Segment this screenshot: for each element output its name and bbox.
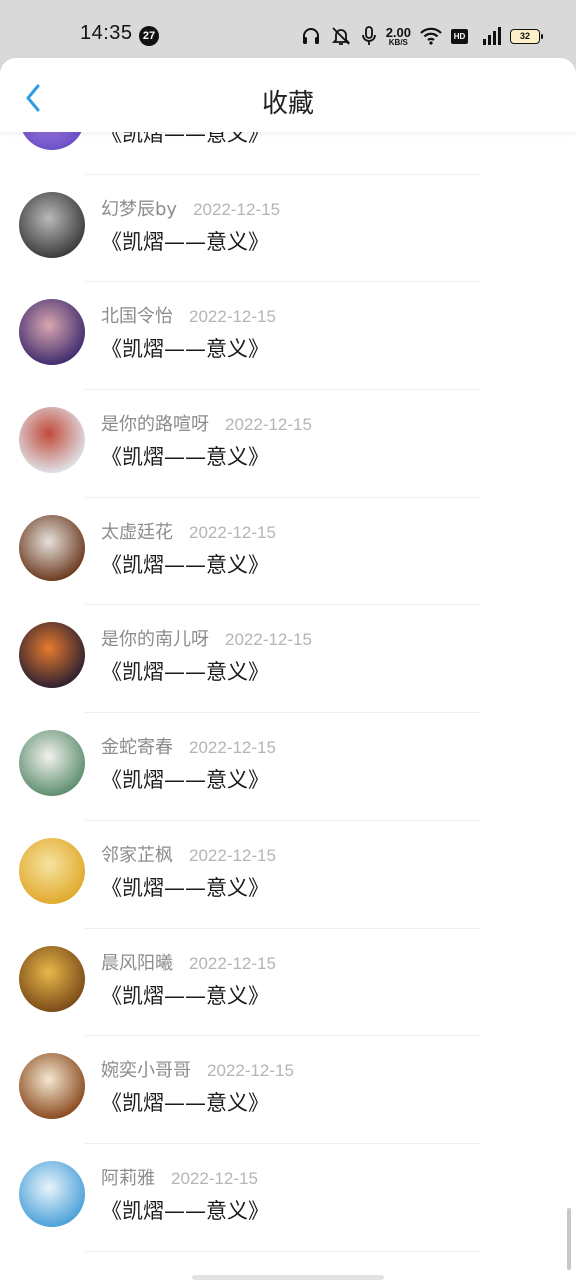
- list-item[interactable]: 是你的南儿呀 2022-12-15 《凯熠——意义》: [0, 605, 576, 714]
- avatar[interactable]: [19, 514, 85, 581]
- item-date: 2022-12-15: [193, 199, 281, 219]
- item-title[interactable]: 《凯熠——意义》: [101, 1195, 269, 1225]
- item-meta: 太虚廷花 2022-12-15: [101, 518, 276, 544]
- item-date: 2022-12-15: [189, 845, 276, 865]
- home-indicator[interactable]: [192, 1275, 384, 1280]
- avatar[interactable]: [19, 299, 85, 366]
- item-meta: 幻梦辰by 2022-12-15: [101, 195, 280, 221]
- user-name[interactable]: 幻梦辰by: [101, 195, 177, 221]
- status-icons: 2.00 KB/S HD 32: [301, 22, 543, 50]
- item-title[interactable]: 《凯熠——意义》: [101, 226, 269, 256]
- nav-bar: 收藏: [0, 58, 576, 132]
- user-name[interactable]: 阿莉雅: [101, 1164, 155, 1190]
- list-item[interactable]: 婉奕小哥哥 2022-12-15 《凯熠——意义》: [0, 1036, 576, 1144]
- list-item[interactable]: 邻家芷枫 2022-12-15 《凯熠——意义》: [0, 821, 576, 929]
- item-title[interactable]: 《凯熠——意义》: [101, 764, 269, 794]
- headphones-icon: [302, 28, 319, 44]
- item-meta: 金蛇寄春 2022-12-15: [101, 733, 276, 759]
- user-name[interactable]: 太虚廷花: [101, 518, 173, 544]
- avatar[interactable]: [19, 407, 85, 474]
- item-meta: 是你的路喧呀 2022-12-15: [101, 410, 312, 436]
- battery-icon: 32: [510, 28, 543, 44]
- item-title[interactable]: 《凯熠——意义》: [101, 441, 269, 471]
- scrollbar[interactable]: [567, 1208, 571, 1270]
- list-item[interactable]: 幻梦辰by 2022-12-15 《凯熠——意义》: [0, 175, 576, 283]
- list-item[interactable]: nuT2022-12-15《凯熠——意义》: [0, 132, 576, 175]
- network-speed-unit: KB/S: [388, 37, 408, 47]
- avatar[interactable]: [19, 730, 85, 797]
- item-meta: 北国令怡 2022-12-15: [101, 302, 276, 328]
- user-name[interactable]: 晨风阳曦: [101, 949, 173, 975]
- avatar[interactable]: [19, 1160, 85, 1227]
- user-name[interactable]: 邻家芷枫: [101, 841, 173, 867]
- avatar[interactable]: [19, 1053, 85, 1120]
- item-date: 2022-12-15: [189, 307, 276, 327]
- favorites-list[interactable]: nuT2022-12-15《凯熠——意义》幻梦辰by 2022-12-15 《凯熠—…: [0, 132, 576, 1280]
- item-date: 2022-12-15: [207, 1061, 294, 1081]
- item-title[interactable]: 《凯熠——意义》: [101, 549, 269, 579]
- item-meta: 是你的南儿呀 2022-12-15: [101, 625, 312, 651]
- user-name[interactable]: 是你的南儿呀: [101, 625, 209, 651]
- network-speed: 2.00 KB/S: [386, 26, 411, 47]
- hd-badge: HD: [451, 28, 468, 44]
- wifi-icon: [420, 27, 442, 45]
- notification-count-badge: 27: [139, 26, 159, 46]
- list-item[interactable]: 金蛇寄春 2022-12-15 《凯熠——意义》: [0, 713, 576, 821]
- list-item[interactable]: 晨风阳曦 2022-12-15 《凯熠——意义》: [0, 929, 576, 1037]
- item-meta: 婉奕小哥哥 2022-12-15: [101, 1056, 294, 1082]
- user-name[interactable]: 金蛇寄春: [101, 733, 173, 759]
- item-title[interactable]: 《凯熠——意义》: [101, 1087, 269, 1117]
- avatar[interactable]: [19, 191, 85, 258]
- avatar[interactable]: [19, 622, 85, 689]
- item-title[interactable]: 《凯熠——意义》: [101, 872, 269, 902]
- avatar[interactable]: [19, 837, 85, 904]
- list-item[interactable]: 是你的路喧呀 2022-12-15 《凯熠——意义》: [0, 390, 576, 498]
- item-title[interactable]: 《凯熠——意义》: [101, 656, 269, 686]
- battery-level: 32: [519, 30, 530, 41]
- item-date: 2022-12-15: [189, 738, 276, 758]
- item-meta: 阿莉雅 2022-12-15: [101, 1164, 258, 1190]
- list-item[interactable]: 北国令怡 2022-12-15 《凯熠——意义》: [0, 282, 576, 391]
- avatar[interactable]: [19, 132, 85, 150]
- item-title[interactable]: 《凯熠——意义》: [101, 980, 269, 1010]
- user-name[interactable]: 婉奕小哥哥: [101, 1056, 191, 1082]
- network-speed-value: 2.00: [385, 24, 411, 40]
- page-title: 收藏: [261, 89, 314, 119]
- divider: [84, 1250, 480, 1252]
- list-item[interactable]: 太虚廷花 2022-12-15 《凯熠——意义》: [0, 498, 576, 606]
- item-date: 2022-12-15: [189, 522, 276, 542]
- item-meta: 邻家芷枫 2022-12-15: [101, 841, 276, 867]
- item-date: 2022-12-15: [225, 415, 312, 435]
- user-name[interactable]: 北国令怡: [101, 302, 173, 328]
- item-title[interactable]: 《凯熠——意义》: [101, 333, 269, 363]
- cellular-signal-icon: [483, 27, 501, 45]
- avatar[interactable]: [19, 945, 85, 1012]
- item-meta: 晨风阳曦 2022-12-15: [101, 949, 276, 975]
- status-time: 14:35: [80, 22, 133, 44]
- user-name[interactable]: 是你的路喧呀: [101, 410, 209, 436]
- microphone-icon: [361, 26, 376, 45]
- list-item[interactable]: 阿莉雅 2022-12-15 《凯熠——意义》: [0, 1144, 576, 1252]
- item-title[interactable]: 《凯熠——意义》: [101, 132, 269, 148]
- mute-bell-icon: [331, 27, 350, 45]
- item-date: 2022-12-15: [189, 953, 276, 973]
- item-date: 2022-12-15: [225, 630, 312, 650]
- item-date: 2022-12-15: [171, 1168, 258, 1188]
